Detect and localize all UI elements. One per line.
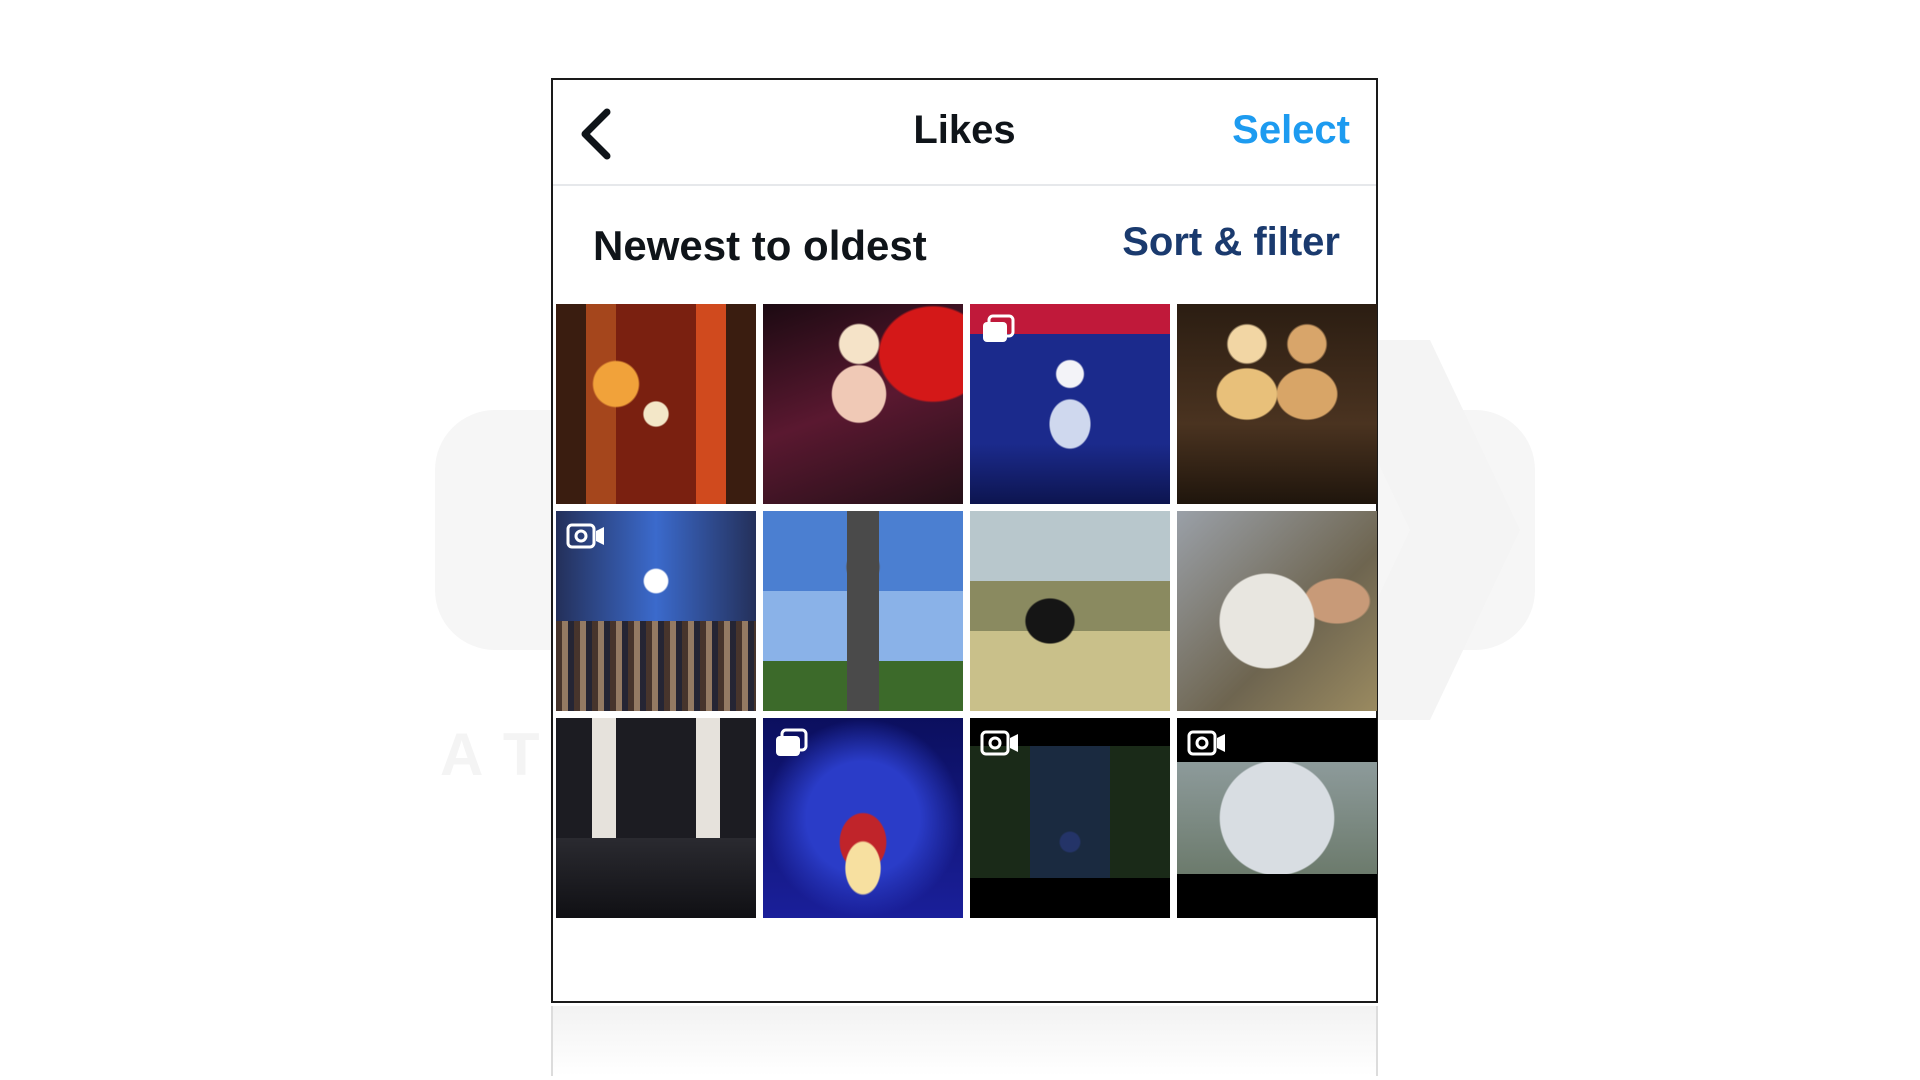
video-icon	[1187, 728, 1227, 758]
select-button[interactable]: Select	[1232, 108, 1350, 153]
media-tile[interactable]	[556, 718, 756, 918]
media-tile[interactable]	[763, 718, 963, 918]
media-tile[interactable]	[1177, 304, 1377, 504]
media-tile[interactable]	[1177, 511, 1377, 711]
nav-bar: Likes Select	[553, 80, 1376, 186]
media-tile[interactable]	[970, 718, 1170, 918]
media-tile[interactable]	[970, 304, 1170, 504]
media-tile[interactable]	[1177, 718, 1377, 918]
multiple-images-icon	[980, 314, 1020, 344]
phone-screen: Likes Select Newest to oldest Sort & fil…	[551, 78, 1378, 1003]
video-icon	[566, 521, 606, 551]
watermark-text: AT	[440, 721, 564, 788]
sort-filter-button[interactable]: Sort & filter	[1122, 220, 1340, 265]
multiple-images-icon	[773, 728, 813, 758]
media-tile[interactable]	[970, 511, 1170, 711]
media-tile[interactable]	[556, 304, 756, 504]
sort-row: Newest to oldest Sort & filter	[553, 186, 1376, 296]
sort-order-label: Newest to oldest	[593, 222, 927, 269]
phone-reflection	[551, 1006, 1378, 1076]
media-tile[interactable]	[763, 304, 963, 504]
media-grid	[556, 304, 1377, 918]
media-tile[interactable]	[763, 511, 963, 711]
video-icon	[980, 728, 1020, 758]
media-tile[interactable]	[556, 511, 756, 711]
